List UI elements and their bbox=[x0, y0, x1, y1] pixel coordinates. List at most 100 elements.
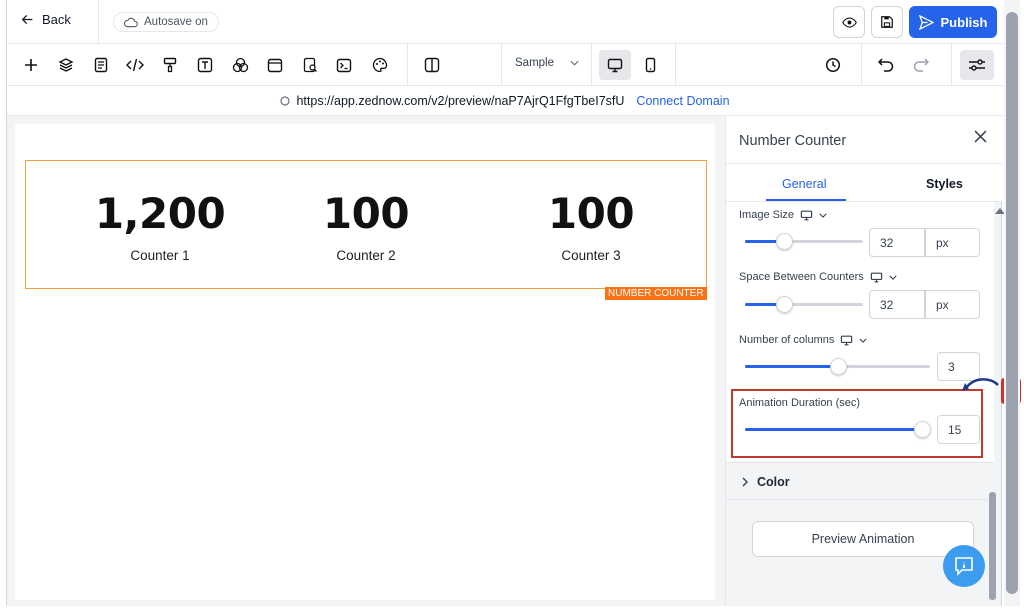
seo-button[interactable] bbox=[299, 54, 321, 76]
autosave-label: Autosave on bbox=[144, 16, 208, 28]
counter-value: 100 bbox=[322, 189, 410, 238]
space-between-slider-thumb[interactable] bbox=[775, 296, 793, 313]
publish-label: Publish bbox=[940, 14, 988, 30]
chat-info-icon bbox=[955, 557, 973, 576]
image-size-slider-thumb[interactable] bbox=[775, 233, 793, 250]
preview-url[interactable]: https://app.zednow.com/v2/preview/naP7Aj… bbox=[296, 94, 624, 108]
arrow-left-icon bbox=[21, 14, 33, 25]
text-button[interactable] bbox=[194, 54, 216, 76]
style-brush-button[interactable] bbox=[159, 54, 181, 76]
back-button[interactable]: Back bbox=[21, 12, 71, 27]
app-frame: Back Autosave on Publish Sample https://… bbox=[6, 0, 1005, 606]
desktop-view-button[interactable] bbox=[599, 50, 631, 80]
floppy-disk-icon bbox=[881, 16, 893, 28]
counter-label: Counter 2 bbox=[336, 248, 396, 263]
page-icon bbox=[94, 57, 108, 73]
layers-button[interactable] bbox=[55, 54, 77, 76]
search-doc-icon bbox=[303, 57, 317, 73]
color-accordion[interactable]: Color bbox=[726, 462, 994, 500]
monitor-icon[interactable] bbox=[870, 272, 883, 283]
counter-value: 1,200 bbox=[94, 189, 226, 238]
settings-panel: Number Counter General Styles Image Size… bbox=[725, 116, 1005, 606]
tab-general[interactable]: General bbox=[782, 177, 826, 191]
settings-panel-button[interactable] bbox=[960, 50, 994, 80]
theme-button[interactable] bbox=[369, 54, 391, 76]
columns-slider-fill bbox=[745, 365, 838, 368]
top-bar: Back Autosave on Publish bbox=[7, 0, 1003, 44]
columns-text: Number of columns bbox=[739, 334, 835, 346]
circles-icon bbox=[232, 57, 248, 73]
divider bbox=[675, 44, 676, 86]
chevron-down-icon[interactable] bbox=[859, 338, 867, 343]
monitor-icon bbox=[607, 58, 623, 72]
counter-item: 100 Counter 2 bbox=[266, 189, 466, 263]
divider bbox=[501, 44, 502, 86]
eye-icon bbox=[841, 16, 857, 28]
connect-domain-link[interactable]: Connect Domain bbox=[636, 94, 729, 108]
divider bbox=[591, 44, 592, 86]
sections-button[interactable] bbox=[264, 54, 286, 76]
chevron-down-icon[interactable] bbox=[819, 213, 827, 218]
redo-button[interactable] bbox=[910, 54, 932, 76]
autosave-badge: Autosave on bbox=[113, 12, 219, 32]
palette-icon bbox=[372, 57, 388, 73]
window-scrollbar-thumb[interactable] bbox=[1006, 12, 1018, 594]
columns-icon bbox=[424, 57, 440, 73]
plus-icon bbox=[25, 59, 37, 71]
panel-tabs: General Styles bbox=[726, 164, 1002, 202]
add-element-button[interactable] bbox=[20, 54, 42, 76]
space-between-label: Space Between Counters bbox=[739, 271, 897, 283]
terminal-icon bbox=[336, 58, 352, 72]
panel-header: Number Counter bbox=[726, 116, 1002, 164]
clock-icon bbox=[825, 57, 841, 73]
chevron-down-icon[interactable] bbox=[889, 275, 897, 280]
counter-label: Counter 1 bbox=[130, 248, 190, 263]
selected-block-tag: NUMBER COUNTER bbox=[605, 287, 707, 300]
help-chat-button[interactable] bbox=[943, 545, 985, 587]
columns-slider[interactable] bbox=[745, 358, 930, 375]
sliders-icon bbox=[969, 59, 985, 71]
code-button[interactable] bbox=[124, 54, 146, 76]
number-counter-block[interactable]: 1,200 Counter 1 100 Counter 2 100 Counte… bbox=[25, 160, 707, 289]
image-size-input[interactable]: 32 bbox=[869, 228, 925, 257]
split-view-button[interactable] bbox=[421, 54, 443, 76]
columns-slider-thumb[interactable] bbox=[829, 358, 847, 375]
mobile-view-button[interactable] bbox=[634, 50, 666, 80]
panel-title: Number Counter bbox=[739, 133, 847, 149]
tab-styles[interactable]: Styles bbox=[926, 177, 963, 191]
cloud-icon bbox=[124, 17, 138, 27]
monitor-icon[interactable] bbox=[840, 335, 853, 346]
sample-select[interactable]: Sample bbox=[515, 57, 579, 69]
active-tab-indicator bbox=[766, 199, 846, 201]
chevron-right-icon bbox=[742, 477, 748, 487]
toolbar: Sample bbox=[7, 44, 1003, 86]
redo-icon bbox=[913, 58, 929, 72]
space-between-input[interactable]: 32 bbox=[869, 290, 925, 319]
panel-scrollbar-thumb[interactable] bbox=[989, 492, 996, 600]
space-between-text: Space Between Counters bbox=[739, 271, 864, 283]
undo-button[interactable] bbox=[875, 54, 897, 76]
space-between-slider[interactable] bbox=[745, 296, 863, 313]
publish-button[interactable]: Publish bbox=[909, 6, 997, 38]
image-size-unit[interactable]: px bbox=[925, 228, 980, 257]
send-icon bbox=[918, 14, 934, 30]
preview-eye-button[interactable] bbox=[833, 6, 865, 38]
window-icon bbox=[267, 58, 283, 72]
back-label: Back bbox=[42, 12, 71, 27]
close-icon bbox=[974, 130, 987, 143]
counter-value: 100 bbox=[547, 189, 635, 238]
components-button[interactable] bbox=[229, 54, 251, 76]
divider bbox=[861, 44, 862, 86]
columns-label: Number of columns bbox=[739, 334, 867, 346]
image-size-label: Image Size bbox=[739, 209, 827, 221]
pages-button[interactable] bbox=[90, 54, 112, 76]
preview-animation-button[interactable]: Preview Animation bbox=[752, 521, 974, 557]
divider bbox=[951, 44, 952, 86]
scripts-button[interactable] bbox=[333, 54, 355, 76]
space-between-unit[interactable]: px bbox=[925, 290, 980, 319]
save-button[interactable] bbox=[871, 6, 903, 38]
image-size-slider[interactable] bbox=[745, 233, 863, 250]
monitor-icon[interactable] bbox=[800, 210, 813, 221]
history-button[interactable] bbox=[822, 54, 844, 76]
close-panel-button[interactable] bbox=[974, 130, 987, 148]
